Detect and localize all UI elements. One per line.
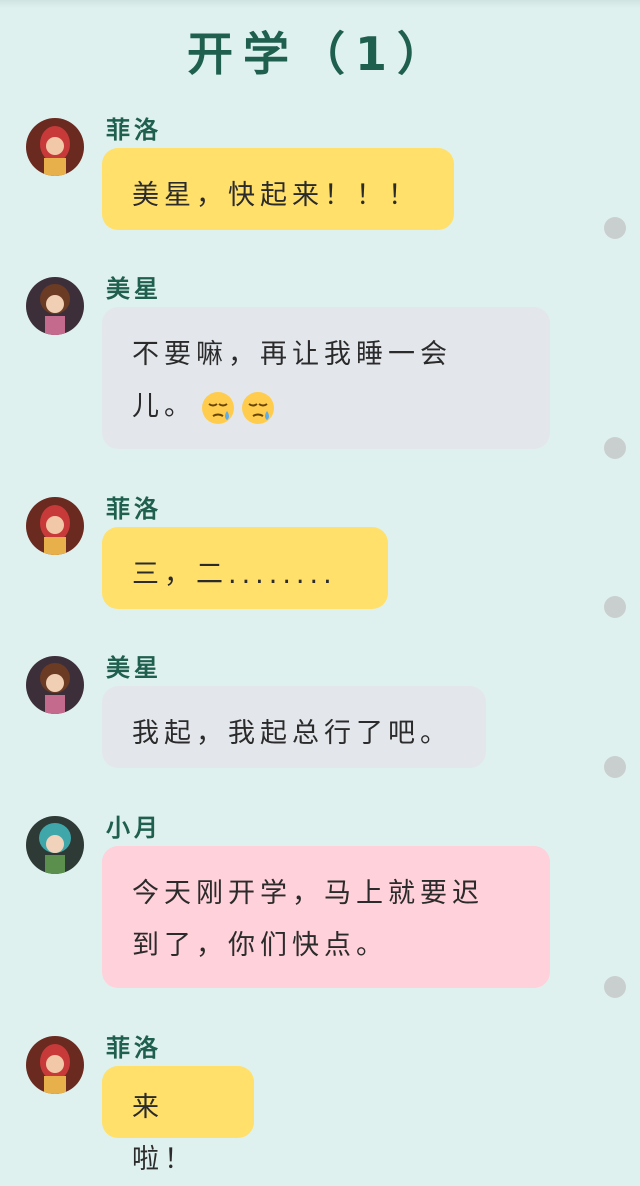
avatar-meixing[interactable] (26, 656, 84, 714)
message-text: 三，二........ (132, 559, 337, 590)
message-text-line: 到了，你们快点。 (132, 930, 388, 961)
indicator-dot (604, 756, 626, 778)
avatar-feiluo[interactable] (26, 1036, 84, 1094)
avatar-meixing[interactable] (26, 277, 84, 335)
avatar-xiaoyue[interactable] (26, 816, 84, 874)
sender-name: 菲洛 (106, 116, 162, 144)
message-bubble[interactable]: 美星，快起来！！！ (102, 148, 454, 230)
message-text-line: 不要嘛，再让我睡一会 (132, 339, 452, 370)
message-text: 我起，我起总行了吧。 (132, 718, 452, 749)
message-bubble[interactable]: 今天刚开学，马上就要迟 到了，你们快点。 (102, 846, 550, 988)
sender-name: 菲洛 (106, 495, 162, 523)
top-edge (0, 0, 640, 8)
sender-name: 美星 (106, 654, 162, 682)
message-text-line: 儿。 (132, 381, 520, 433)
avatar-feiluo[interactable] (26, 497, 84, 555)
message-bubble[interactable]: 不要嘛，再让我睡一会 儿。 (102, 307, 550, 449)
sender-name: 美星 (106, 275, 162, 303)
avatar-feiluo[interactable] (26, 118, 84, 176)
indicator-dot (604, 596, 626, 618)
indicator-dot (604, 217, 626, 239)
message-text: 美星，快起来！！！ (132, 180, 420, 211)
message-text: 来啦！ (132, 1092, 196, 1175)
message-bubble[interactable]: 来啦！ (102, 1066, 254, 1175)
sender-name: 菲洛 (106, 1034, 162, 1062)
indicator-dot (604, 437, 626, 459)
page-title: 开学（1） (186, 27, 453, 81)
message-bubble[interactable]: 我起，我起总行了吧。 (102, 686, 486, 768)
sleepy-face-icon (242, 391, 274, 424)
sender-name: 小月 (106, 814, 162, 842)
message-text-line: 今天刚开学，马上就要迟 (132, 878, 484, 909)
message-bubble[interactable]: 三，二........ (102, 527, 388, 609)
sleepy-face-icon (202, 391, 234, 424)
indicator-dot (604, 976, 626, 998)
